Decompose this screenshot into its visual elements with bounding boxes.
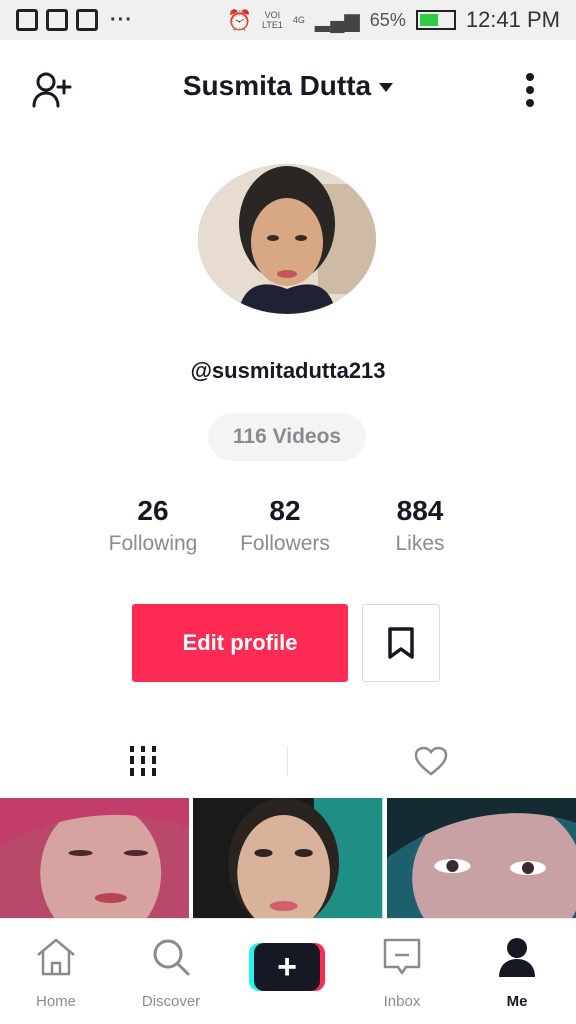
stat-likes[interactable]: 884 Likes: [350, 492, 490, 556]
network-gen: 4G: [292, 15, 305, 25]
stat-followers[interactable]: 82 Followers: [215, 492, 355, 556]
profile-icon: [499, 938, 535, 977]
stat-label: Following: [108, 532, 198, 555]
status-bar: ··· ⏰ VOI LTE1 4G ▂▄▆ 65% 12:41 PM: [0, 0, 576, 40]
video-thumbnail[interactable]: [193, 798, 383, 918]
tab-liked[interactable]: [288, 728, 574, 794]
nav-label: Home: [35, 993, 76, 1010]
edit-profile-button[interactable]: Edit profile: [132, 604, 348, 682]
nav-me[interactable]: Me: [467, 935, 567, 1010]
more-options-icon[interactable]: [508, 70, 552, 110]
grid-icon: [130, 746, 156, 776]
heart-icon: [414, 746, 448, 776]
clock: 12:41 PM: [465, 7, 560, 32]
tab-videos[interactable]: [0, 728, 286, 794]
notification-app-icon: [16, 9, 38, 31]
stat-following[interactable]: 26 Following: [83, 492, 223, 556]
videos-count-badge: 116 Videos: [208, 413, 366, 461]
alarm-icon: ⏰: [227, 9, 252, 32]
chevron-down-icon: [379, 82, 394, 92]
network-label: VOI LTE1: [262, 10, 283, 30]
notification-icons: ···: [16, 9, 133, 32]
home-icon: [37, 938, 75, 976]
nav-discover[interactable]: Discover: [121, 935, 221, 1010]
nav-inbox[interactable]: Inbox: [352, 935, 452, 1010]
avatar[interactable]: [198, 164, 376, 314]
notification-app-icon: [76, 9, 98, 31]
username: @susmitadutta213: [190, 358, 386, 383]
battery-percent: 65%: [369, 10, 406, 30]
bookmark-icon: [388, 627, 414, 659]
signal-icon: ▂▄▆: [314, 9, 360, 32]
stat-label: Likes: [395, 532, 445, 555]
notification-app-icon: [46, 9, 68, 31]
video-thumbnail[interactable]: [0, 798, 190, 918]
page-title: Susmita Dutta: [182, 70, 372, 101]
nav-label: Discover: [141, 993, 201, 1010]
bottom-navigation: Home Discover + Inbox Me: [0, 918, 576, 1024]
battery-icon: [415, 10, 456, 30]
inbox-icon: [383, 938, 421, 975]
video-thumbnail[interactable]: [386, 798, 576, 918]
create-video-button[interactable]: +: [249, 943, 325, 991]
stat-label: Followers: [240, 532, 330, 555]
stat-value: 26: [137, 495, 169, 526]
stat-value: 884: [396, 495, 444, 526]
more-notifications-icon: ···: [110, 8, 133, 31]
nav-label: Inbox: [383, 993, 421, 1010]
profile-title-dropdown[interactable]: Susmita Dutta: [0, 70, 576, 102]
profile-tabs: [0, 728, 576, 794]
favorites-button[interactable]: [362, 604, 440, 682]
nav-home[interactable]: Home: [6, 935, 106, 1010]
stat-value: 82: [269, 495, 301, 526]
video-grid: [0, 798, 576, 918]
search-icon: [153, 939, 190, 976]
nav-label: Me: [506, 993, 528, 1010]
profile-stats: 26 Following 82 Followers 884 Likes: [0, 492, 576, 572]
plus-icon: +: [254, 943, 320, 991]
profile-header: Susmita Dutta: [0, 40, 576, 140]
